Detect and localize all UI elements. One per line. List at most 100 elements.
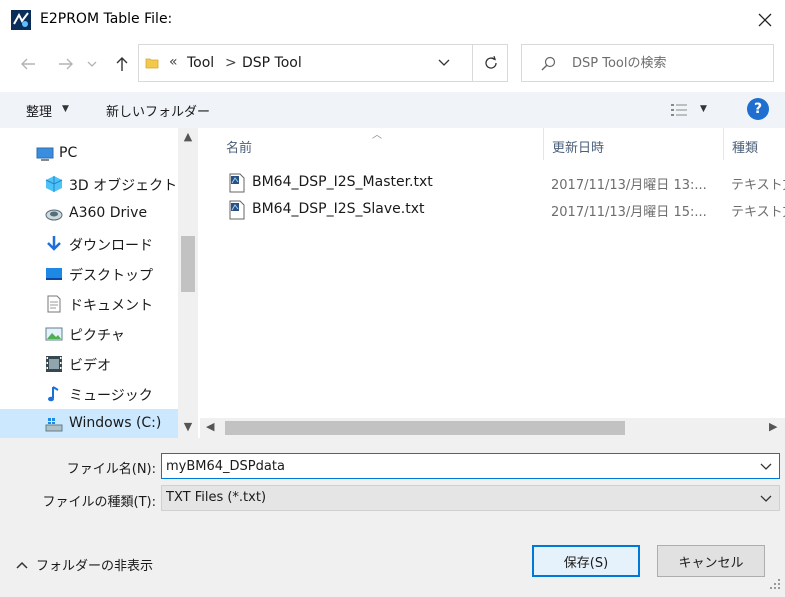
pc-icon — [36, 147, 54, 161]
download-icon — [47, 236, 61, 251]
up-arrow-icon — [116, 57, 128, 71]
horizontal-scroll-thumb[interactable] — [225, 421, 625, 435]
column-header-date[interactable]: 更新日時 — [552, 137, 604, 156]
breadcrumb-dsp-tool[interactable]: DSP Tool — [242, 55, 302, 71]
address-overflow[interactable]: « — [169, 54, 178, 70]
file-date: 2017/11/13/月曜日 15:... — [551, 205, 707, 220]
sidebar-item-label: ビデオ — [69, 358, 111, 374]
close-button[interactable] — [749, 4, 781, 36]
sidebar-scroll-thumb[interactable] — [181, 236, 195, 292]
video-icon — [46, 356, 62, 372]
search-icon — [541, 56, 556, 71]
save-button[interactable]: 保存(S) — [532, 545, 640, 577]
sidebar-item-3d-objects[interactable]: 3D オブジェクト — [0, 169, 178, 199]
text-file-icon — [229, 200, 245, 220]
sidebar-item-label: ドキュメント — [69, 298, 153, 314]
scroll-up-icon[interactable]: ▲ — [178, 130, 198, 148]
chevron-down-icon[interactable] — [759, 458, 773, 474]
file-name: BM64_DSP_I2S_Slave.txt — [252, 201, 425, 217]
hide-folders-toggle[interactable]: フォルダーの非表示 — [16, 555, 153, 574]
title-bar: E2PROM Table File: — [0, 0, 785, 40]
table-row[interactable]: BM64_DSP_I2S_Slave.txt 2017/11/13/月曜日 15… — [222, 197, 785, 223]
sidebar-item-documents[interactable]: ドキュメント — [0, 289, 178, 319]
sidebar-item-pictures[interactable]: ピクチャ — [0, 319, 178, 349]
column-header-name[interactable]: 名前 — [226, 137, 252, 156]
text-file-icon — [229, 173, 245, 193]
chevron-down-icon — [760, 495, 772, 502]
forward-button[interactable] — [52, 50, 80, 78]
sidebar-item-a360-drive[interactable]: A360 Drive — [0, 199, 178, 229]
sidebar-item-label: デスクトップ — [69, 268, 153, 284]
filename-label: ファイル名(N): — [66, 462, 156, 477]
scroll-down-icon[interactable]: ▼ — [178, 420, 198, 438]
sidebar-item-label: Windows (C:) — [69, 415, 162, 431]
cancel-button[interactable]: キャンセル — [657, 545, 765, 577]
hide-folders-label: フォルダーの非表示 — [36, 559, 154, 574]
sidebar-item-label: ピクチャ — [69, 328, 125, 344]
drive-icon — [45, 418, 63, 432]
sidebar-item-pc[interactable]: PC — [0, 139, 178, 169]
organize-button[interactable]: 整理 — [26, 101, 52, 120]
filetype-label: ファイルの種類(T): — [42, 495, 156, 510]
sidebar-item-desktop[interactable]: デスクトップ — [0, 259, 178, 289]
help-icon[interactable]: ? — [747, 98, 769, 120]
breadcrumb-tool[interactable]: Tool — [187, 55, 214, 71]
search-box[interactable] — [521, 44, 774, 82]
sidebar-item-videos[interactable]: ビデオ — [0, 349, 178, 379]
column-divider[interactable] — [543, 128, 544, 160]
sort-ascending-icon: ︿ — [372, 130, 382, 141]
file-date: 2017/11/13/月曜日 13:... — [551, 178, 707, 193]
sidebar-item-label: PC — [59, 145, 78, 161]
filename-input[interactable] — [166, 456, 751, 476]
document-icon — [47, 295, 61, 313]
column-header-type[interactable]: 種類 — [732, 137, 758, 156]
sidebar-item-label: 3D オブジェクト — [69, 178, 178, 194]
sidebar-item-windows-c[interactable]: Windows (C:) — [0, 409, 178, 439]
back-arrow-icon — [21, 58, 35, 70]
filetype-value: TXT Files (*.txt) — [166, 490, 267, 505]
close-icon — [758, 13, 772, 27]
desktop-icon — [46, 268, 62, 280]
scroll-right-icon[interactable]: ▶ — [769, 420, 777, 433]
back-button[interactable] — [14, 50, 42, 78]
file-list: ︿ 名前 更新日時 種類 BM64_DSP_I2S_Master.txt 201… — [200, 128, 785, 438]
file-name: BM64_DSP_I2S_Master.txt — [252, 174, 433, 190]
table-row[interactable]: BM64_DSP_I2S_Master.txt 2017/11/13/月曜日 1… — [222, 170, 785, 196]
address-dropdown-button[interactable] — [437, 55, 457, 73]
refresh-icon — [484, 56, 497, 69]
view-details-icon[interactable] — [670, 102, 688, 118]
up-button[interactable] — [108, 50, 136, 78]
music-icon — [48, 386, 59, 402]
window-title: E2PROM Table File: — [40, 11, 173, 27]
column-divider[interactable] — [723, 128, 724, 160]
file-type: テキスト文 — [731, 205, 785, 220]
caret-down-icon: ▼ — [62, 104, 69, 114]
horizontal-scrollbar[interactable]: ◀ ▶ — [200, 418, 785, 438]
3d-objects-icon — [45, 176, 63, 192]
folder-icon — [145, 58, 159, 69]
sidebar-item-label: A360 Drive — [69, 205, 148, 221]
recent-locations-button[interactable] — [82, 50, 102, 78]
chevron-down-icon — [87, 61, 97, 67]
refresh-button[interactable] — [472, 45, 508, 81]
filename-combobox[interactable] — [161, 453, 780, 479]
file-type: テキスト文 — [731, 178, 785, 193]
command-bar: 整理 ▼ 新しいフォルダー ▼ — [0, 92, 785, 128]
filetype-select[interactable]: TXT Files (*.txt) — [161, 485, 780, 511]
sidebar-item-music[interactable]: ミュージック — [0, 379, 178, 409]
search-input[interactable] — [572, 51, 767, 75]
app-icon — [11, 10, 31, 30]
forward-arrow-icon — [59, 58, 73, 70]
breadcrumb-separator[interactable]: > — [225, 55, 237, 71]
chevron-down-icon — [438, 59, 450, 66]
resize-grip-icon[interactable] — [769, 578, 781, 590]
sidebar-item-label: ダウンロード — [69, 238, 153, 254]
navigation-pane: PC 3D オブジェクト A360 Drive ダウンロード デスクトップ ドキ… — [0, 128, 200, 439]
caret-down-icon[interactable]: ▼ — [700, 104, 707, 114]
new-folder-button[interactable]: 新しいフォルダー — [106, 101, 210, 120]
sidebar-item-downloads[interactable]: ダウンロード — [0, 229, 178, 259]
sidebar-item-label: ミュージック — [69, 388, 153, 404]
scroll-left-icon[interactable]: ◀ — [206, 420, 214, 433]
address-bar[interactable]: « Tool > DSP Tool — [138, 44, 508, 82]
chevron-up-icon — [16, 561, 28, 569]
